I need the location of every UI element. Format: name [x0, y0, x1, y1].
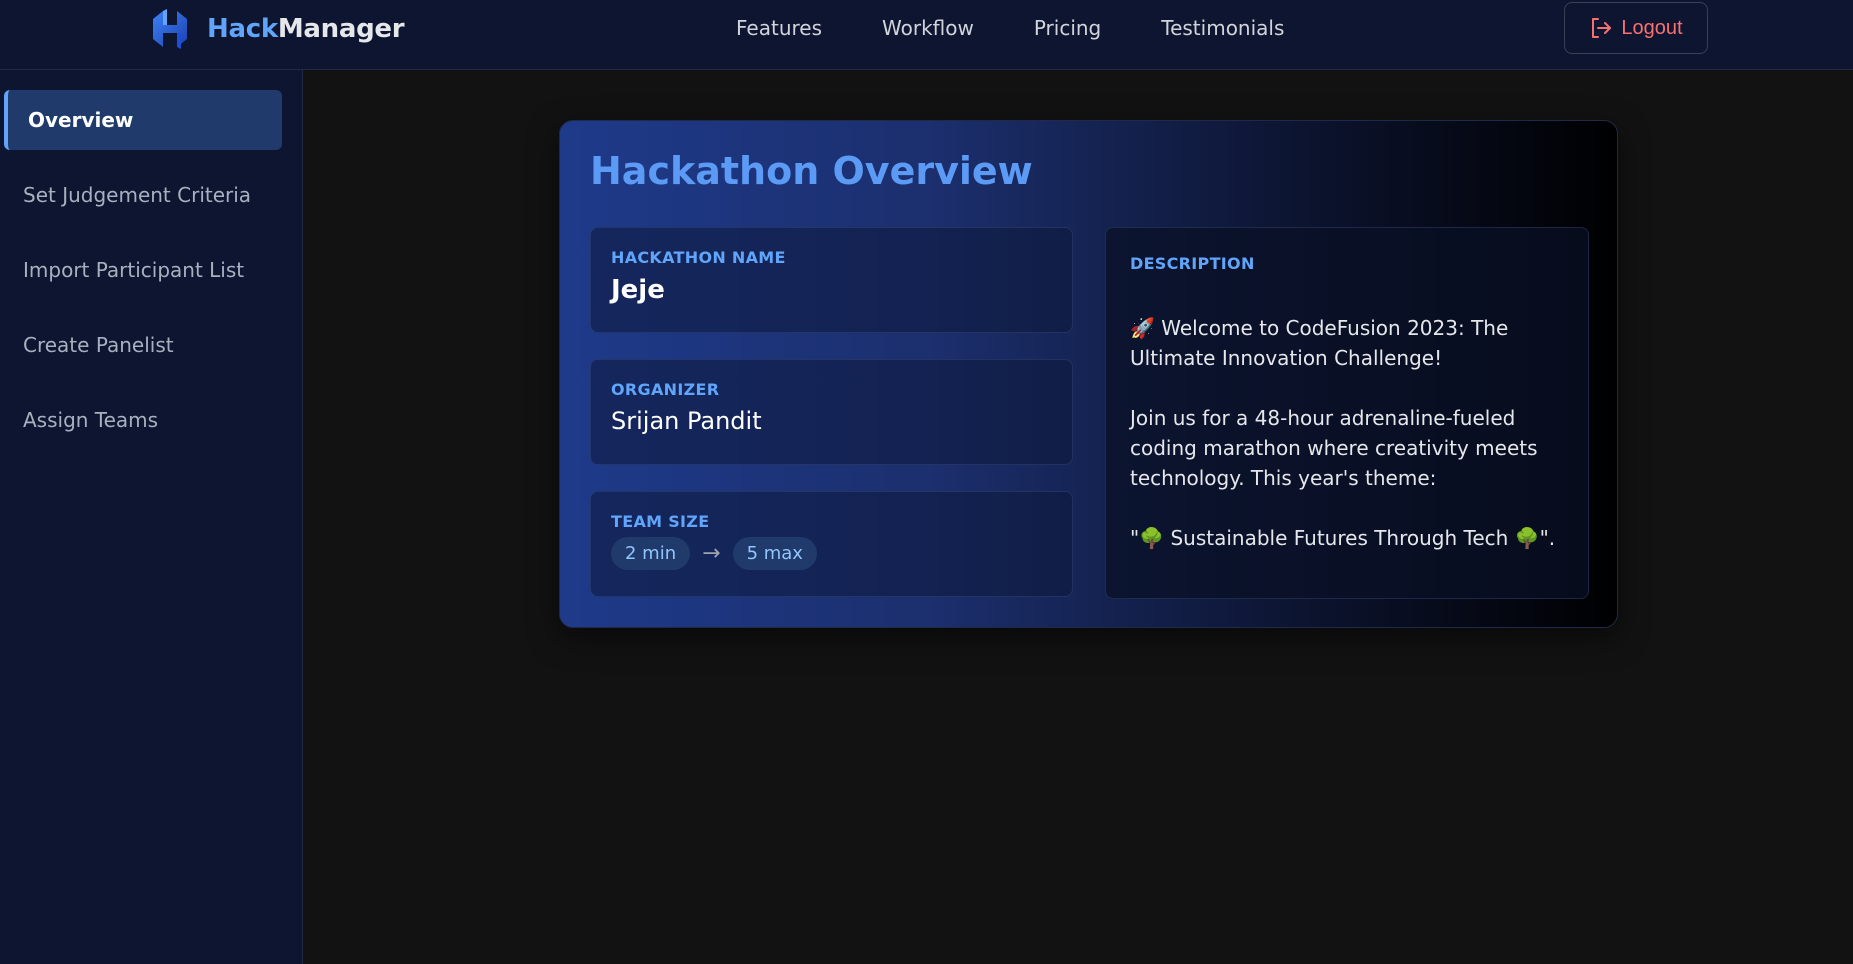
sidebar-item-assign-teams[interactable]: Assign Teams [4, 390, 282, 450]
hackathon-name-value: Jeje [611, 275, 665, 305]
nav-link-features[interactable]: Features [736, 14, 822, 42]
main-nav: Features Workflow Pricing Testimonials [736, 14, 1284, 42]
sidebar: Overview Set Judgement Criteria Import P… [0, 70, 303, 964]
brand-name-manager: Manager [277, 14, 405, 44]
brand-name-hack: Hack [207, 14, 278, 44]
sidebar-item-label: Set Judgement Criteria [23, 183, 252, 207]
logout-label: Logout [1621, 16, 1683, 39]
description-box: DESCRIPTION 🚀 Welcome to CodeFusion 2023… [1105, 227, 1589, 599]
logout-button[interactable]: Logout [1564, 2, 1708, 54]
sidebar-item-label: Create Panelist [23, 333, 174, 357]
description-paragraph: Join us for a 48-hour adrenaline-fueled … [1130, 406, 1538, 490]
logout-icon [1592, 18, 1612, 38]
description-theme: "🌳 Sustainable Futures Through Tech 🌳". [1130, 526, 1556, 550]
brand-name: HackManager [207, 14, 405, 44]
brand[interactable]: HackManager [147, 4, 405, 54]
organizer-box: ORGANIZER Srijan Pandit [590, 359, 1073, 465]
sidebar-item-set-judgement-criteria[interactable]: Set Judgement Criteria [4, 165, 282, 225]
page-title: Hackathon Overview [590, 149, 1033, 193]
sidebar-item-label: Overview [28, 108, 134, 132]
team-size-label: TEAM SIZE [611, 512, 710, 531]
nav-link-testimonials[interactable]: Testimonials [1161, 14, 1284, 42]
team-size-min-badge: 2 min [611, 537, 691, 570]
description-paragraph: 🚀 Welcome to CodeFusion 2023: The Ultima… [1130, 316, 1509, 370]
description-label: DESCRIPTION [1130, 254, 1255, 273]
hackathon-overview-card: Hackathon Overview HACKATHON NAME Jeje O… [559, 120, 1618, 628]
sidebar-item-label: Assign Teams [23, 408, 159, 432]
sidebar-item-import-participant-list[interactable]: Import Participant List [4, 240, 282, 300]
description-text: 🚀 Welcome to CodeFusion 2023: The Ultima… [1130, 313, 1564, 553]
hackathon-name-box: HACKATHON NAME Jeje [590, 227, 1073, 333]
team-size-range: 2 min → 5 max [611, 537, 1052, 570]
hackathon-name-label: HACKATHON NAME [611, 248, 786, 267]
sidebar-item-label: Import Participant List [23, 258, 245, 282]
organizer-value: Srijan Pandit [611, 407, 762, 435]
team-size-box: TEAM SIZE 2 min → 5 max [590, 491, 1073, 597]
hackmanager-logo-icon [153, 9, 187, 49]
nav-link-pricing[interactable]: Pricing [1034, 14, 1101, 42]
sidebar-item-overview[interactable]: Overview [4, 90, 282, 150]
sidebar-item-create-panelist[interactable]: Create Panelist [4, 315, 282, 375]
top-navbar: HackManager Features Workflow Pricing Te… [0, 0, 1853, 70]
nav-link-workflow[interactable]: Workflow [882, 14, 974, 42]
organizer-label: ORGANIZER [611, 380, 720, 399]
arrow-right-icon: → [702, 541, 721, 566]
team-size-max-badge: 5 max [732, 537, 817, 570]
